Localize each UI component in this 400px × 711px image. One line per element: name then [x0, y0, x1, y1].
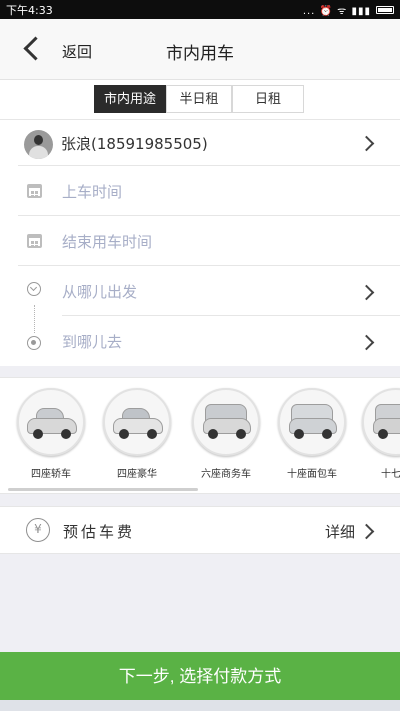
- car-option-van[interactable]: 十座面包车: [272, 388, 352, 480]
- car-label: 六座商务车: [201, 469, 251, 480]
- nav-bar: 返回 市内用车: [0, 19, 400, 80]
- chevron-right-icon: [358, 334, 375, 351]
- from-location-field[interactable]: 从哪儿出发: [62, 281, 137, 302]
- sedan-car-icon: [17, 388, 85, 456]
- car-option-sedan[interactable]: 四座轿车: [11, 388, 91, 480]
- car-label: 十座面包车: [287, 469, 337, 480]
- tab-half-day[interactable]: 半日租: [166, 85, 232, 113]
- car-option-mpv[interactable]: 六座商务车: [186, 388, 266, 480]
- rental-type-tabs: 市内用途 半日租 日租: [0, 80, 400, 120]
- destination-icon: [27, 336, 41, 350]
- fee-estimate-row[interactable]: ¥ 预估车费 详细: [0, 506, 400, 554]
- chevron-right-icon: [358, 135, 375, 152]
- end-time-row[interactable]: 结束用车时间: [0, 216, 400, 266]
- van-car-icon: [278, 388, 346, 456]
- to-location-field[interactable]: 到哪儿去: [62, 331, 122, 352]
- horizontal-scrollbar[interactable]: [8, 488, 198, 491]
- route-dotted-line: [34, 305, 35, 333]
- car-label: 四座豪华: [117, 469, 157, 480]
- start-location-icon: [27, 282, 41, 296]
- tab-city-use[interactable]: 市内用途: [94, 85, 166, 113]
- status-indicators: ... ⏰ ᯤ ▮▮▮: [302, 5, 371, 17]
- tab-group: 市内用途 半日租 日租: [94, 85, 304, 113]
- fee-label: 预估车费: [63, 523, 136, 541]
- bus-car-icon: [362, 388, 400, 456]
- mpv-car-icon: [192, 388, 260, 456]
- car-option-luxury[interactable]: 四座豪华: [97, 388, 177, 480]
- passenger-name: 张浪(18591985505): [61, 135, 208, 153]
- calendar-icon: [27, 184, 42, 198]
- status-icons: ... ⏰ ᯤ ▮▮▮: [303, 3, 394, 17]
- avatar: [24, 130, 53, 159]
- status-time: 下午4:33: [6, 3, 53, 17]
- end-time-field[interactable]: 结束用车时间: [62, 231, 152, 252]
- calendar-icon: [27, 234, 42, 248]
- luxury-car-icon: [103, 388, 171, 456]
- battery-icon: [376, 5, 394, 14]
- tab-full-day[interactable]: 日租: [232, 85, 304, 113]
- car-type-list: 四座轿车 四座豪华 六座商务车 十座面包车 十七座: [0, 377, 400, 494]
- bottom-strip: [0, 700, 400, 711]
- fee-detail-link[interactable]: 详细: [325, 521, 355, 542]
- yen-icon: ¥: [26, 518, 50, 542]
- car-label: 四座轿车: [31, 469, 71, 480]
- from-location-row[interactable]: 从哪儿出发: [0, 266, 400, 316]
- start-time-row[interactable]: 上车时间: [0, 166, 400, 216]
- status-bar: 下午4:33 ... ⏰ ᯤ ▮▮▮: [0, 0, 400, 19]
- start-time-field[interactable]: 上车时间: [62, 181, 122, 202]
- passenger-row[interactable]: 张浪(18591985505): [0, 120, 400, 166]
- to-location-row[interactable]: 到哪儿去: [0, 316, 400, 366]
- chevron-right-icon: [358, 284, 375, 301]
- next-step-button[interactable]: 下一步, 选择付款方式: [0, 652, 400, 700]
- chevron-right-icon: [358, 523, 375, 540]
- car-label: 十七座: [381, 469, 400, 480]
- page-title: 市内用车: [166, 44, 234, 64]
- car-option-bus[interactable]: 十七座: [356, 388, 400, 480]
